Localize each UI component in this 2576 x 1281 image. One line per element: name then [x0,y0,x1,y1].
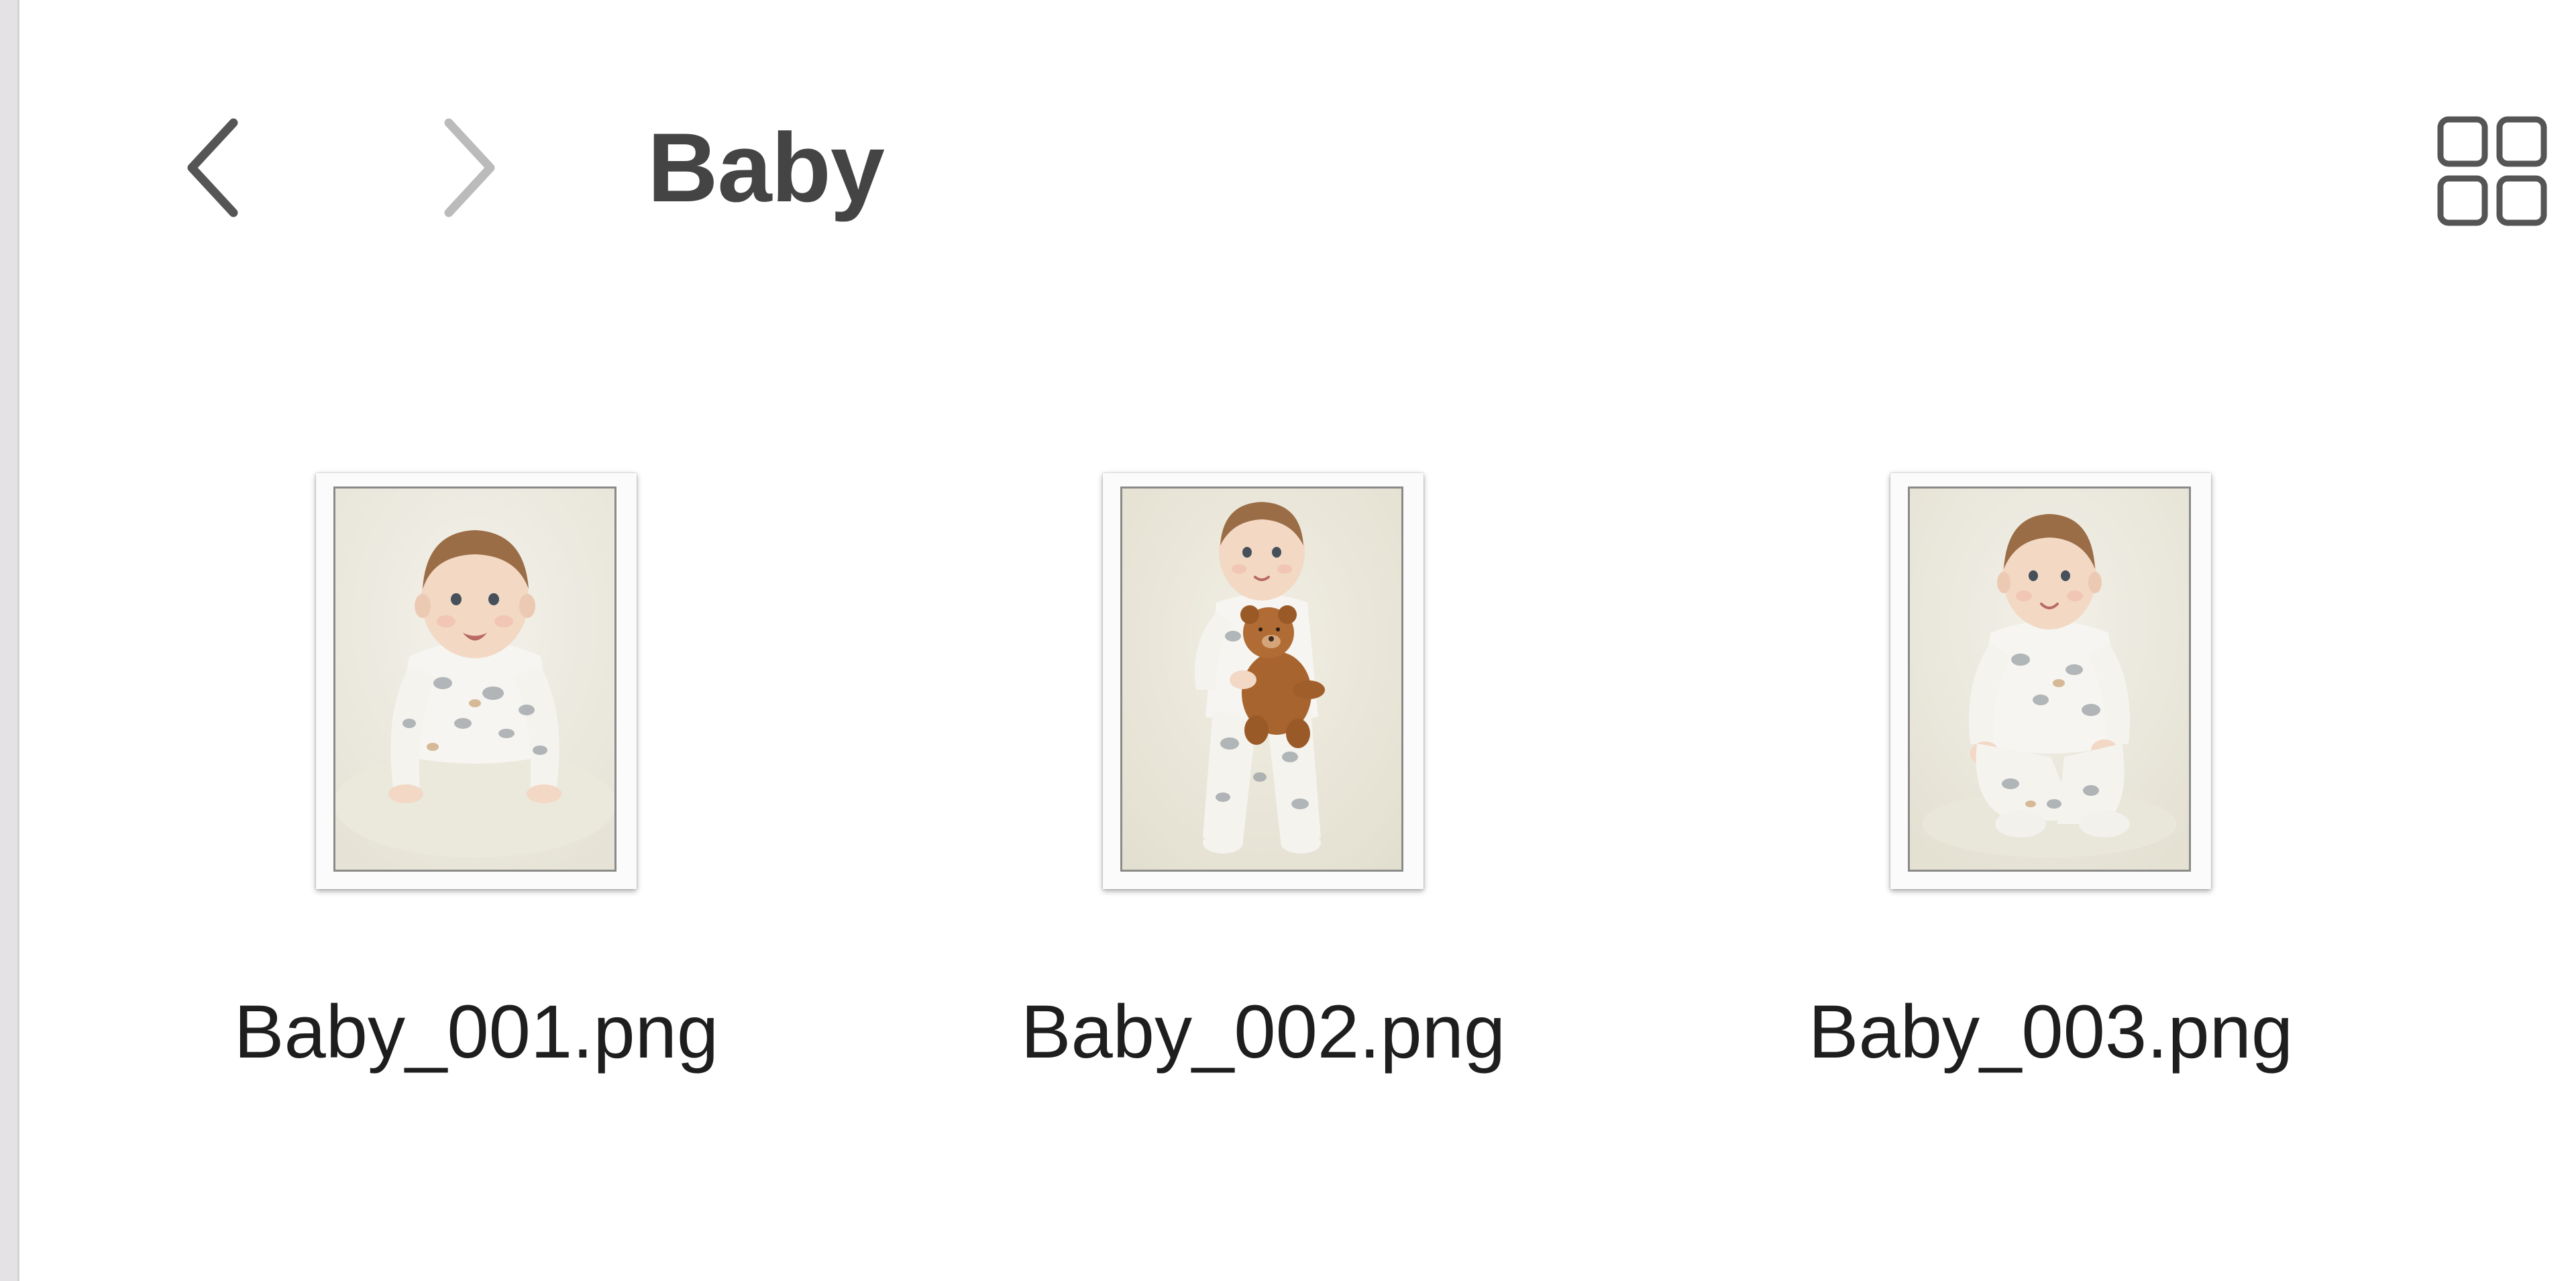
file-thumbnail[interactable] [1103,473,1424,889]
file-thumbnail[interactable] [316,473,637,889]
page-title: Baby [647,113,885,222]
file-grid: Baby_001.png Baby_002.png Baby_003.png [0,295,2576,1281]
toolbar: Baby [0,0,2576,295]
photo-baby-sitting [1908,486,2191,872]
file-thumbnail[interactable] [1890,473,2211,889]
chevron-left-icon [187,118,238,217]
grid-view-icon [2437,116,2547,226]
baby-crawling-image [335,489,614,870]
view-mode-button[interactable] [2432,111,2553,232]
forward-button[interactable] [424,107,518,228]
file-name: Baby_003.png [1808,990,2294,1074]
chevron-right-icon [444,118,495,217]
photo-baby-crawling [333,486,616,872]
photo-baby-with-teddy [1120,486,1403,872]
finder-window: Baby Baby_001.png Baby_002.png Baby_003.… [0,0,2576,1281]
file-item[interactable]: Baby_003.png [1715,473,2386,1117]
baby-sitting-image [1910,489,2189,870]
baby-with-teddy-image [1122,489,1401,870]
file-name: Baby_002.png [1020,990,1506,1074]
file-name: Baby_001.png [233,990,719,1074]
back-button[interactable] [164,107,258,228]
file-item[interactable]: Baby_001.png [141,473,812,1117]
file-item[interactable]: Baby_002.png [928,473,1599,1117]
